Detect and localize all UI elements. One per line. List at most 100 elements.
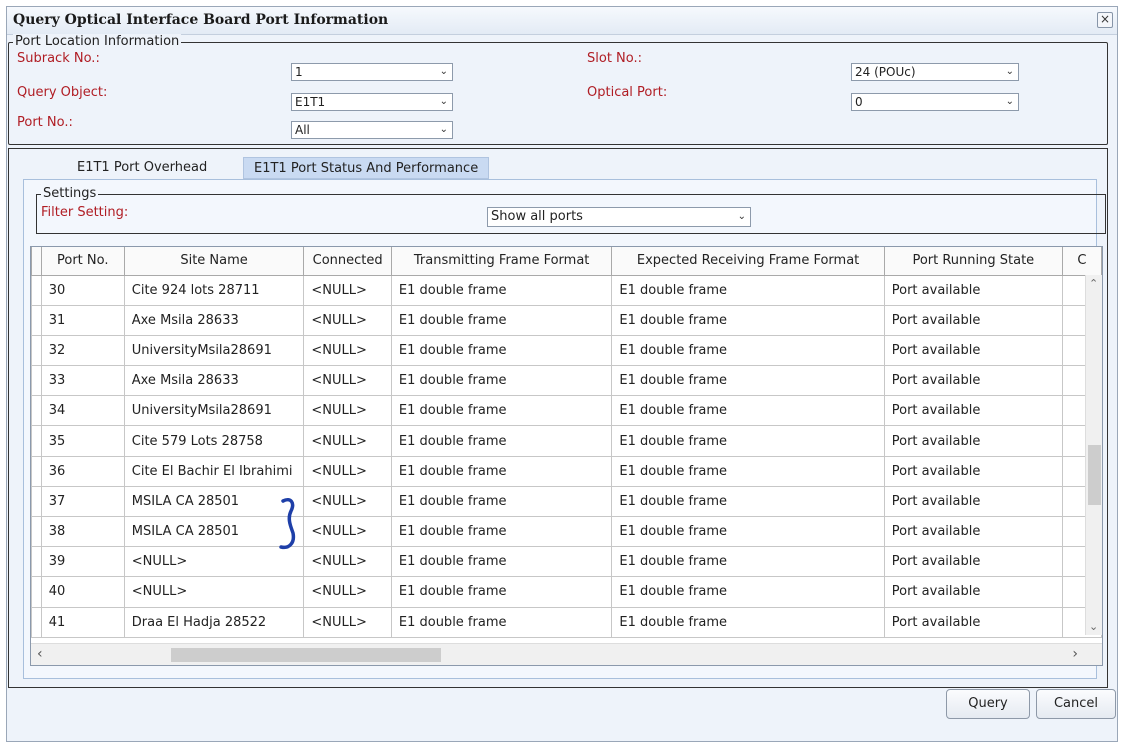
table-cell[interactable]: <NULL> [303, 546, 392, 578]
row-selector-cell[interactable] [31, 425, 42, 457]
table-cell[interactable]: 34 [40, 395, 125, 427]
table-cell[interactable]: E1 double frame [390, 365, 613, 397]
table-cell[interactable]: E1 double frame [390, 485, 613, 518]
table-cell[interactable]: Cite 924 lots 28711 [123, 274, 305, 306]
table-cell[interactable]: E1 double frame [390, 274, 613, 306]
table-cell[interactable]: Port available [883, 576, 1063, 608]
cancel-button[interactable]: Cancel [1036, 689, 1116, 719]
table-cell[interactable]: Port available [883, 546, 1063, 578]
row-selector-cell[interactable] [31, 274, 42, 306]
table-cell[interactable]: E1 double frame [611, 274, 885, 306]
table-row[interactable]: 41 Draa El Hadja 28522 <NULL> E1 double fra… [31, 606, 1102, 638]
table-cell[interactable]: <NULL> [303, 455, 392, 487]
table-cell[interactable]: <NULL> [303, 485, 392, 518]
table-cell[interactable]: 39 [40, 546, 125, 578]
col-expected-format[interactable]: Expected Receiving Frame Format [611, 247, 885, 276]
table-cell[interactable]: <NULL> [303, 576, 392, 608]
table-cell[interactable]: E1 double frame [390, 606, 613, 638]
table-row[interactable]: 33 Axe Msila 28633 <NULL> E1 double frame E1… [31, 365, 1102, 397]
table-cell[interactable]: 31 [40, 304, 125, 336]
table-cell[interactable]: Axe Msila 28633 [123, 365, 305, 397]
row-selector-cell[interactable] [31, 334, 42, 367]
slot-select[interactable]: 24 (POUc) ⌄ [851, 63, 1019, 81]
table-cell[interactable]: E1 double frame [390, 546, 613, 578]
table-cell[interactable]: Port available [883, 395, 1063, 427]
scroll-right-icon[interactable]: › [1072, 646, 1078, 662]
table-cell[interactable]: 38 [40, 515, 125, 548]
table-cell[interactable]: 32 [40, 334, 125, 367]
horizontal-scrollbar[interactable]: ‹ › [31, 643, 1102, 665]
table-row[interactable]: 38 MSILA CA 28501 <NULL> E1 double frame E1 … [31, 515, 1102, 548]
col-running-state[interactable]: Port Running State [883, 247, 1063, 276]
table-cell[interactable]: E1 double frame [390, 455, 613, 487]
table-cell[interactable]: <NULL> [303, 365, 392, 397]
vertical-scrollbar[interactable]: ⌃ ⌄ [1085, 275, 1102, 635]
table-cell[interactable]: Axe Msila 28633 [123, 304, 305, 336]
row-selector-cell[interactable] [31, 304, 42, 336]
table-row[interactable]: 35 Cite 579 Lots 28758 <NULL> E1 double fra… [31, 425, 1102, 457]
table-cell[interactable]: <NULL> [303, 334, 392, 367]
query-object-select[interactable]: E1T1 ⌄ [291, 93, 453, 111]
table-row[interactable]: 34 UniversityMsila28691 <NULL> E1 double fr… [31, 395, 1102, 427]
col-transmitting-format[interactable]: Transmitting Frame Format [390, 247, 613, 276]
table-row[interactable]: 30 Cite 924 lots 28711 <NULL> E1 double fra… [31, 274, 1102, 306]
row-selector-cell[interactable] [31, 455, 42, 487]
subrack-select[interactable]: 1 ⌄ [291, 63, 453, 81]
table-cell[interactable]: Port available [883, 365, 1063, 397]
tab-status-performance[interactable]: E1T1 Port Status And Performance [243, 157, 490, 179]
scroll-down-icon[interactable]: ⌄ [1089, 620, 1098, 633]
tab-port-overhead[interactable]: E1T1 Port Overhead [67, 157, 217, 179]
table-cell[interactable]: <NULL> [303, 274, 392, 306]
table-cell[interactable]: Port available [883, 334, 1063, 367]
table-cell[interactable]: <NULL> [303, 606, 392, 638]
title-bar[interactable]: Query Optical Interface Board Port Infor… [7, 7, 1117, 35]
table-cell[interactable]: E1 double frame [611, 515, 885, 548]
table-cell[interactable]: Cite 579 Lots 28758 [123, 425, 305, 457]
col-c[interactable]: C [1061, 247, 1102, 276]
table-cell[interactable]: 41 [40, 606, 125, 638]
table-cell[interactable]: E1 double frame [611, 546, 885, 578]
table-cell[interactable]: 37 [40, 485, 125, 518]
table-cell[interactable]: <NULL> [303, 395, 392, 427]
table-cell[interactable]: 35 [40, 425, 125, 457]
row-selector-cell[interactable] [31, 395, 42, 427]
col-site-name[interactable]: Site Name [123, 247, 305, 276]
row-selector-cell[interactable] [31, 606, 42, 638]
close-button[interactable]: × [1097, 12, 1113, 28]
table-cell[interactable]: 36 [40, 455, 125, 487]
table-cell[interactable]: Cite El Bachir El Ibrahimi [123, 455, 305, 487]
table-cell[interactable]: UniversityMsila28691 [123, 395, 305, 427]
table-cell[interactable]: 30 [40, 274, 125, 306]
table-cell[interactable]: Draa El Hadja 28522 [123, 606, 305, 638]
scroll-left-icon[interactable]: ‹ [37, 646, 43, 662]
table-cell[interactable]: 40 [40, 576, 125, 608]
table-cell[interactable]: E1 double frame [390, 425, 613, 457]
table-cell[interactable]: <NULL> [123, 576, 305, 608]
table-row[interactable]: 32 UniversityMsila28691 <NULL> E1 double fr… [31, 334, 1102, 367]
table-cell[interactable]: E1 double frame [390, 576, 613, 608]
table-cell[interactable]: Port available [883, 274, 1063, 306]
table-cell[interactable]: E1 double frame [611, 455, 885, 487]
table-cell[interactable]: UniversityMsila28691 [123, 334, 305, 367]
table-cell[interactable]: E1 double frame [390, 515, 613, 548]
port-no-select[interactable]: All ⌄ [291, 121, 453, 139]
table-cell[interactable]: <NULL> [303, 304, 392, 336]
table-cell[interactable]: Port available [883, 304, 1063, 336]
table-cell[interactable]: Port available [883, 485, 1063, 518]
row-selector-cell[interactable] [31, 546, 42, 578]
table-cell[interactable]: E1 double frame [611, 576, 885, 608]
table-cell[interactable]: <NULL> [303, 425, 392, 457]
table-row[interactable]: 39 <NULL> <NULL> E1 double frame E1 double f… [31, 546, 1102, 578]
table-cell[interactable]: E1 double frame [611, 606, 885, 638]
col-connected[interactable]: Connected [303, 247, 392, 276]
filter-select[interactable]: Show all ports ⌄ [487, 207, 751, 227]
query-button[interactable]: Query [946, 689, 1030, 719]
table-cell[interactable]: Port available [883, 425, 1063, 457]
table-cell[interactable]: E1 double frame [611, 304, 885, 336]
table-cell[interactable]: 33 [40, 365, 125, 397]
row-selector-cell[interactable] [31, 576, 42, 608]
row-selector-cell[interactable] [31, 365, 42, 397]
table-cell[interactable]: E1 double frame [611, 365, 885, 397]
table-row[interactable]: 36 Cite El Bachir El Ibrahimi <NULL> E1 dou… [31, 455, 1102, 487]
table-row[interactable]: 40 <NULL> <NULL> E1 double frame E1 double f… [31, 576, 1102, 608]
